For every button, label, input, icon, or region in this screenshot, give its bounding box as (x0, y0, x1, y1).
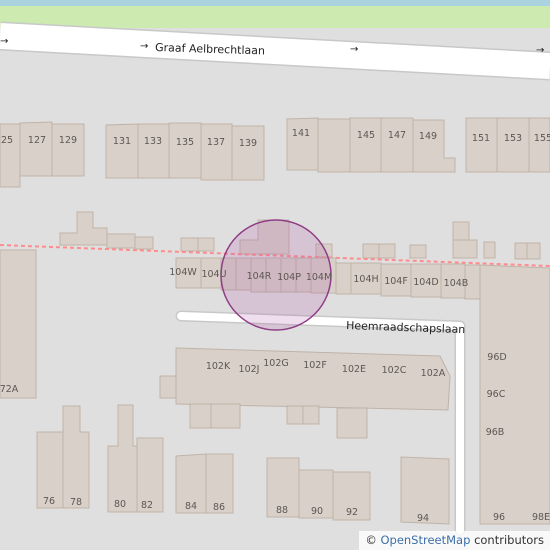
house-number: 104R (247, 271, 272, 282)
house-number: 96B (486, 427, 505, 438)
house-number: 104F (384, 276, 408, 287)
house-number: 139 (239, 138, 257, 149)
building-block-bottom (36, 404, 450, 525)
house-numbers-bottom: 76 78 80 82 84 86 88 90 92 94 (43, 496, 429, 524)
attribution-suffix: contributors (474, 533, 544, 547)
house-number: 145 (357, 130, 375, 141)
house-number: 135 (176, 137, 194, 148)
oneway-arrow: → (140, 41, 148, 52)
house-number: 76 (43, 496, 55, 507)
house-number: 102E (342, 364, 366, 375)
house-number: 25 (1, 135, 13, 146)
house-number: 96D (487, 352, 506, 363)
house-number: 98E (532, 512, 550, 523)
oneway-arrow: → (350, 44, 358, 55)
house-number: 102J (239, 364, 260, 375)
house-number: 82 (141, 500, 153, 511)
house-number: 127 (28, 135, 46, 146)
house-number: 104W (169, 267, 197, 278)
house-number: 102C (382, 365, 407, 376)
house-number: 151 (472, 133, 490, 144)
openstreetmap-link[interactable]: OpenStreetMap (380, 533, 470, 547)
house-number: 102K (206, 361, 231, 372)
house-number: 102A (421, 368, 446, 379)
map-view[interactable]: → → → → Graaf Aelbrechtlaan Heemraadscha… (0, 0, 550, 550)
house-number: 149 (419, 131, 437, 142)
house-number: 104M (306, 272, 332, 283)
house-number: 102F (303, 360, 327, 371)
house-number: 131 (113, 136, 131, 147)
house-number: 94 (417, 513, 429, 524)
house-number: 133 (144, 136, 162, 147)
house-number: 104U (201, 269, 226, 280)
map-attribution: © OpenStreetMap contributors (359, 531, 550, 550)
house-number: 96 (493, 512, 505, 523)
main-road[interactable] (0, 23, 550, 79)
copyright-symbol: © (365, 533, 377, 547)
street-label-heemraadschapslaan: Heemraadschapslaan (346, 319, 466, 336)
house-number: 129 (59, 135, 77, 146)
house-number: 153 (504, 133, 522, 144)
house-number: 96C (487, 389, 506, 400)
house-number: 104P (277, 272, 301, 283)
house-number: 104D (413, 277, 438, 288)
house-number: 86 (213, 502, 225, 513)
house-number: 72A (0, 384, 19, 395)
house-number: 137 (207, 137, 225, 148)
house-number: 155 (534, 133, 550, 144)
house-number: 104H (353, 274, 378, 285)
building-block-top (0, 117, 550, 188)
map-canvas[interactable]: → → → → Graaf Aelbrechtlaan Heemraadscha… (0, 0, 550, 550)
house-number: 92 (346, 507, 358, 518)
oneway-arrow: → (536, 45, 544, 56)
house-number: 141 (292, 128, 310, 139)
house-number: 88 (276, 505, 288, 516)
house-number: 84 (185, 501, 197, 512)
house-number: 78 (70, 497, 82, 508)
house-number: 90 (311, 506, 323, 517)
building-left-edge (0, 249, 37, 399)
house-number: 147 (388, 130, 406, 141)
house-number: 80 (114, 499, 126, 510)
grass-strip (0, 6, 550, 28)
house-number: 102G (263, 358, 289, 369)
oneway-arrow: → (0, 36, 8, 47)
house-number: 104B (444, 278, 469, 289)
